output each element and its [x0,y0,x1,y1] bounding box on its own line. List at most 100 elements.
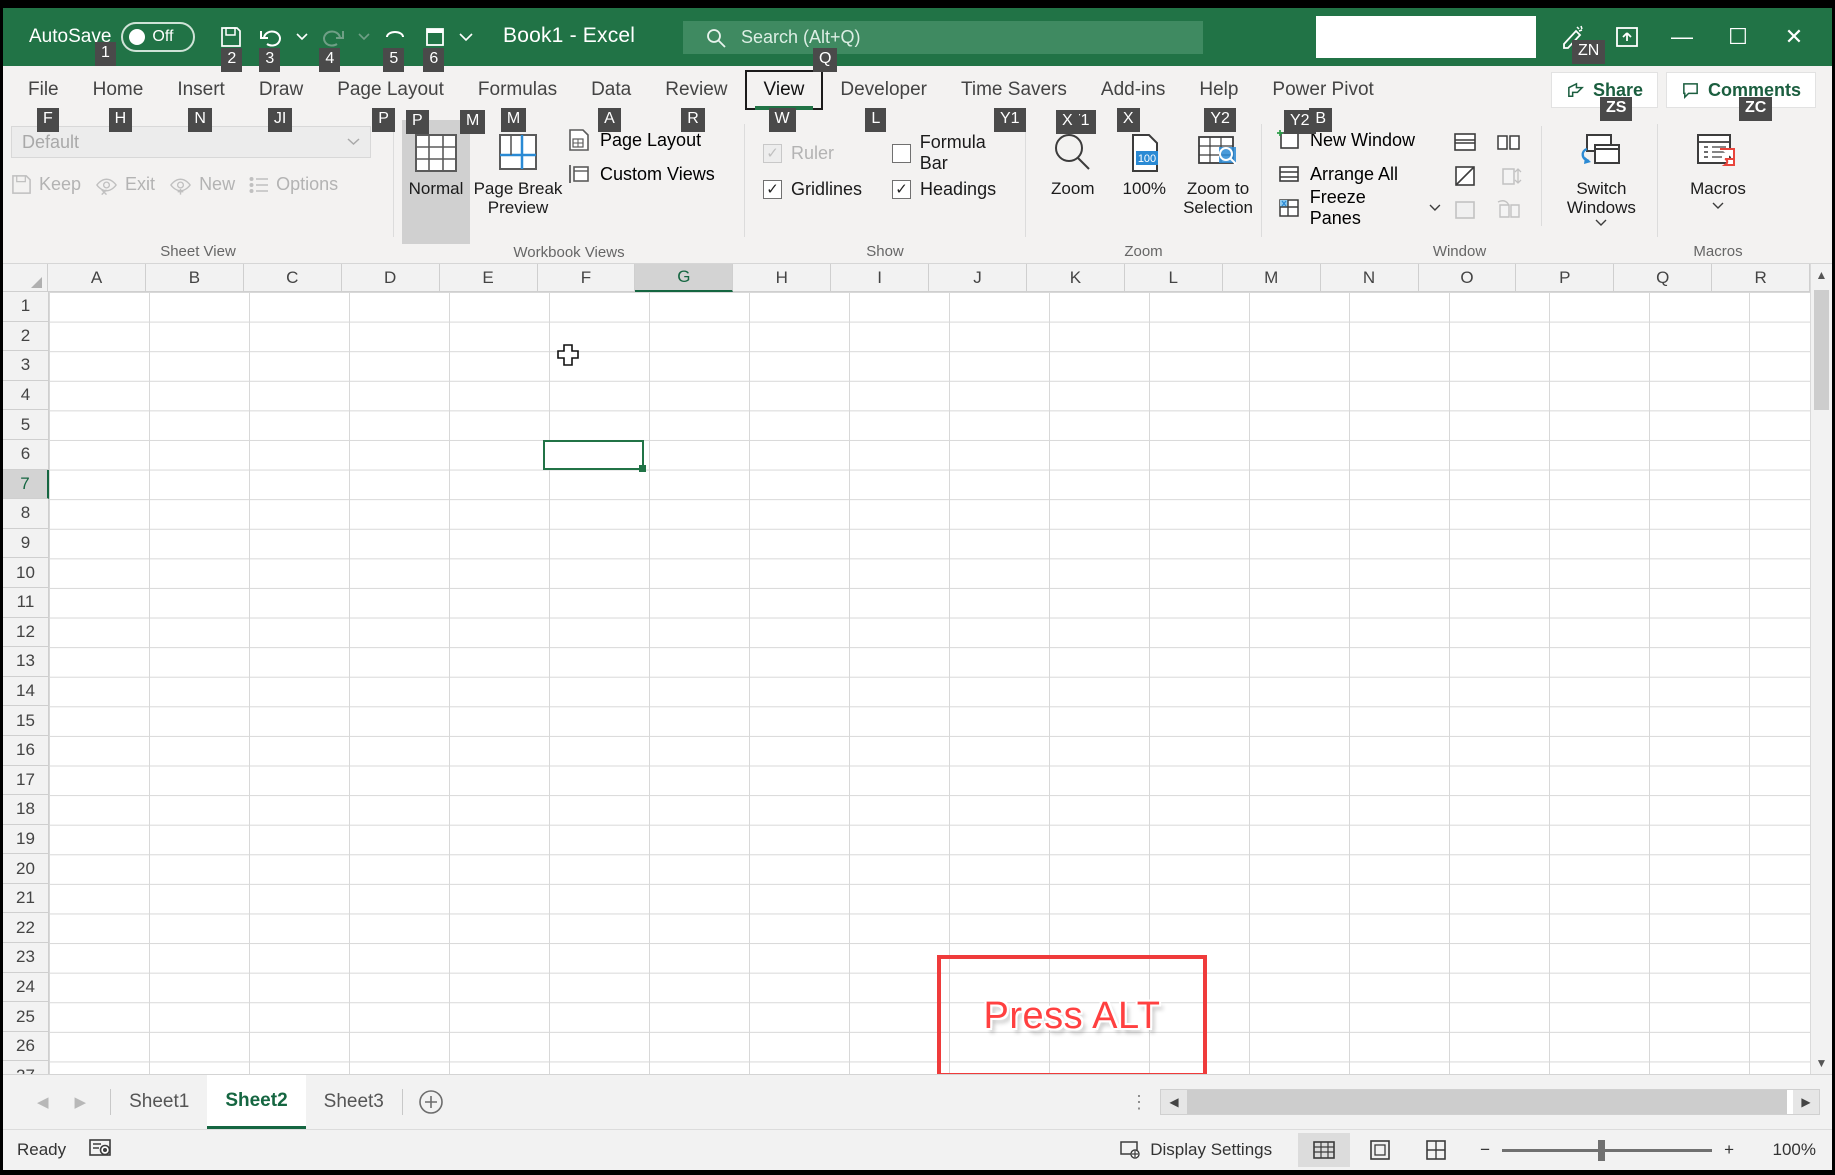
new-window-button[interactable]: New Window Y2 [1276,110,1441,156]
column-header-j[interactable]: J [929,264,1027,292]
worksheet-grid[interactable]: A B C D E F G H I J K L M N O P Q R 1 2 … [3,264,1832,1121]
selected-cell-g7[interactable] [543,440,646,472]
scroll-down-icon[interactable]: ▼ [1811,1052,1832,1074]
row-header[interactable]: 18 [3,795,49,825]
column-header-o[interactable]: O [1418,264,1517,292]
row-header[interactable]: 13 [3,647,49,677]
ink-pen-icon[interactable]: ZN [1546,14,1606,64]
page-layout-status-button[interactable] [1354,1133,1406,1167]
zoom-slider[interactable]: − + [1466,1139,1748,1161]
tab-data[interactable]: Data A [574,70,648,132]
normal-view-status-button[interactable] [1298,1133,1351,1167]
undo-icon[interactable]: 3 [253,18,289,72]
minimize-button[interactable]: — [1654,8,1710,66]
freeze-panes-button[interactable]: Freeze Panes [1276,187,1441,228]
hide-window-icon[interactable] [1445,160,1485,192]
row-header[interactable]: 11 [3,587,49,618]
column-header-q[interactable]: Q [1614,264,1713,292]
column-header-m[interactable]: M [1222,264,1321,292]
share-button[interactable]: Share ZS [1550,72,1658,121]
scroll-up-icon[interactable]: ▲ [1811,264,1832,286]
tab-developer[interactable]: Developer L [823,70,944,132]
gridlines-checkbox[interactable]: ✓ [763,179,782,199]
display-settings-button[interactable]: Display Settings [1120,1140,1272,1160]
row-header[interactable]: 3 [3,351,49,381]
column-header-f[interactable]: F [537,264,636,292]
cell-area[interactable]: Press ALT [49,292,1810,1074]
row-header-selected[interactable]: 7 [3,469,49,500]
row-header[interactable]: 4 [3,380,49,411]
column-header-c[interactable]: C [243,264,342,292]
headings-checkbox-row[interactable]: ✓ Headings [892,172,1017,206]
row-header[interactable]: 24 [3,972,49,1003]
column-header-n[interactable]: N [1320,264,1419,292]
page-break-preview-status-button[interactable] [1410,1133,1462,1167]
autosave-toggle[interactable]: Off [121,22,196,52]
close-button[interactable]: ✕ [1766,8,1822,66]
switch-windows-button[interactable]: Switch Windows [1554,120,1649,227]
horizontal-scroll-thumb[interactable] [1187,1090,1787,1114]
sheet-tab-sheet3[interactable]: Sheet3 [306,1075,402,1129]
column-header-p[interactable]: P [1516,264,1615,292]
sheet-nav-next-icon[interactable]: ▶ [75,1093,87,1111]
print-preview-icon[interactable]: 6 [417,18,453,72]
row-header[interactable]: 17 [3,765,49,796]
search-input[interactable]: Search (Alt+Q) Q [683,21,1203,72]
view-side-by-side-icon[interactable] [1489,126,1529,158]
gridlines-checkbox-row[interactable]: ✓ Gridlines [763,172,862,206]
sheet-tab-sheet1[interactable]: Sheet1 [111,1075,207,1129]
macros-button[interactable]: Macros [1679,120,1757,210]
split-icon[interactable] [1445,126,1485,158]
row-header[interactable]: 14 [3,676,49,707]
hscroll-left-icon[interactable]: ◀ [1161,1090,1187,1114]
column-header-h[interactable]: H [733,264,832,292]
comments-button[interactable]: Comments ZC [1665,72,1816,121]
headings-checkbox[interactable]: ✓ [892,179,912,199]
tab-formulas[interactable]: Formulas M [461,70,574,132]
zoom-in-button[interactable]: + [1724,1140,1734,1160]
column-header-b[interactable]: B [145,264,244,292]
add-sheet-button[interactable] [403,1089,459,1115]
touch-mode-icon[interactable]: 5 [377,18,413,72]
tab-power-pivot[interactable]: Power Pivot B [1255,70,1390,132]
column-header-l[interactable]: L [1124,264,1223,292]
column-header-g[interactable]: G [635,264,734,292]
recording-macro-icon[interactable] [88,1137,112,1164]
tab-split-handle[interactable]: ⋮ [1130,1092,1150,1113]
column-header-a[interactable]: A [48,264,146,292]
undo-dropdown-icon[interactable] [293,18,311,56]
tab-review[interactable]: Review R [648,70,744,132]
chevron-down-icon[interactable] [1429,204,1441,212]
row-header[interactable]: 15 [3,706,49,736]
zoom-to-selection-button[interactable]: Zoom to Selection X [1056,110,1253,217]
maximize-button[interactable]: ☐ [1710,8,1766,66]
tab-help[interactable]: Help Y2 [1182,70,1255,132]
sheet-tab-sheet2[interactable]: Sheet2 [207,1075,306,1129]
tab-home[interactable]: Home H [76,70,161,132]
tab-page-layout[interactable]: Page Layout P [320,70,461,132]
column-header-i[interactable]: I [831,264,930,292]
row-header[interactable]: 26 [3,1031,49,1062]
save-icon[interactable]: 2 [213,18,249,72]
row-header[interactable]: 20 [3,854,49,884]
ribbon-display-options-icon[interactable] [1600,14,1654,60]
custom-views-button[interactable]: Custom Views [566,158,715,190]
tab-view[interactable]: View W [744,70,824,132]
arrange-all-button[interactable]: Arrange All [1276,158,1441,190]
tab-draw[interactable]: Draw JI [242,70,320,132]
tab-time-savers[interactable]: Time Savers Y1 [944,70,1084,132]
qat-more-icon[interactable] [457,18,475,56]
hscroll-track[interactable] [1187,1090,1793,1114]
sheet-nav-prev-icon[interactable]: ◀ [37,1093,49,1111]
row-header[interactable]: 12 [3,617,49,648]
tab-insert[interactable]: Insert N [160,70,242,132]
column-header-e[interactable]: E [439,264,538,292]
row-header[interactable]: 8 [3,499,49,529]
autosave-control[interactable]: AutoSave Off 1 [29,22,196,66]
page-break-preview-button[interactable]: Page Break Preview M [460,110,566,217]
column-header-d[interactable]: D [341,264,440,292]
vertical-scroll-thumb[interactable] [1814,290,1829,410]
tab-file[interactable]: File F [11,70,76,132]
chevron-down-icon[interactable] [1712,202,1724,210]
row-header[interactable]: 6 [3,439,49,470]
